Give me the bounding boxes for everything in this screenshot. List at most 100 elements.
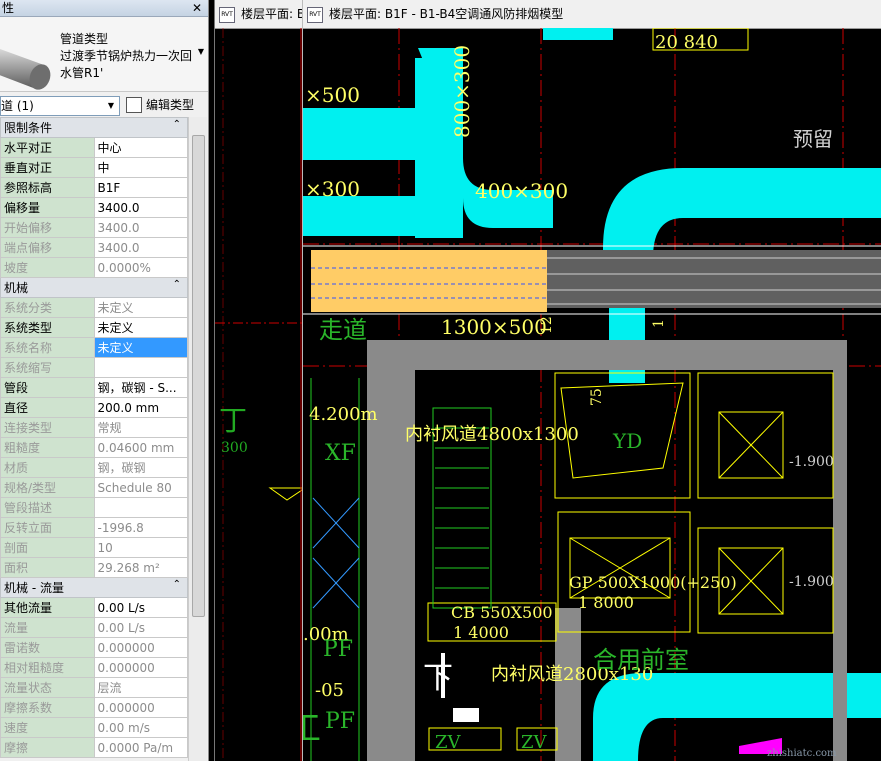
drawing-canvas[interactable]: 20 840 ×500 ×300 400×300 1300×500 内衬风道48… xyxy=(303,28,881,761)
drawing-label: -1.900 xyxy=(789,574,834,590)
property-value: 0.00 L/s xyxy=(93,617,188,638)
view-window-main[interactable]: RVT 楼层平面: B1F - B1-B4空调通风防排烟模型 20 840 ×5… xyxy=(302,0,881,761)
property-name: 粗糙度 xyxy=(0,437,95,458)
property-row[interactable]: 材质 钢，碳钢 xyxy=(0,457,188,478)
property-value[interactable]: 200.0 mm xyxy=(93,397,188,418)
property-row[interactable]: 流量 0.00 L/s xyxy=(0,617,188,638)
property-value[interactable]: 未定义 xyxy=(93,317,188,338)
drawing-label: 400×300 xyxy=(475,179,568,203)
drawing-label: -1.900 xyxy=(789,454,834,470)
watermark-text: zhishiatc.com xyxy=(767,748,837,759)
rvt-icon: RVT xyxy=(219,6,235,23)
drawing-label: 预留 xyxy=(793,127,833,151)
property-row[interactable]: 相对粗糙度 0.000000 xyxy=(0,657,188,678)
type-name-line: 水管R1' xyxy=(60,66,104,80)
property-row[interactable]: 管段 钢，碳钢 - S... xyxy=(0,377,188,398)
property-name: 流量 xyxy=(0,617,95,638)
close-icon[interactable]: ✕ xyxy=(192,0,202,16)
drawing-label: XF xyxy=(325,441,356,466)
property-row[interactable]: 连接类型 常规 xyxy=(0,417,188,438)
property-name: 开始偏移 xyxy=(0,217,95,238)
property-value[interactable]: B1F xyxy=(93,177,188,198)
property-row[interactable]: 摩擦系数 0.000000 xyxy=(0,697,188,718)
drawing-label: 内衬风道4800x1300 xyxy=(405,424,579,445)
property-row[interactable]: 摩擦 0.0000 Pa/m xyxy=(0,737,188,758)
scroll-thumb[interactable] xyxy=(192,135,205,617)
type-family-label: 管道类型 xyxy=(60,32,109,46)
property-name: 偏移量 xyxy=(0,197,95,218)
property-value[interactable]: 中心 xyxy=(93,137,188,158)
section-header[interactable]: 限制条件 ⌃ xyxy=(0,117,188,138)
drawing-label: 4.200m xyxy=(309,404,378,425)
property-row[interactable]: 系统分类 未定义 xyxy=(0,297,188,318)
chevron-down-icon[interactable]: ▼ xyxy=(104,98,118,114)
section-header[interactable]: 机械 - 流量 ⌃ xyxy=(0,577,188,598)
property-row[interactable]: 流量状态 层流 xyxy=(0,677,188,698)
property-value[interactable]: 0.00 L/s xyxy=(93,597,188,618)
view-tab-label: 楼层平面: B1F - B1-B4空调通风防排烟模型 xyxy=(329,7,564,21)
drawing-label: 下 xyxy=(423,661,453,696)
property-row[interactable]: 管段描述 xyxy=(0,497,188,518)
property-name: 摩擦 xyxy=(0,737,95,758)
property-name: 坡度 xyxy=(0,257,95,278)
property-value: 未定义 xyxy=(93,297,188,318)
edit-type-label: 编辑类型 xyxy=(146,98,195,112)
property-row[interactable]: 粗糙度 0.04600 mm xyxy=(0,437,188,458)
property-value: 3400.0 xyxy=(93,217,188,238)
type-selector[interactable]: 管道类型 过渡季节锅炉热力一次回 水管R1' ▼ xyxy=(0,17,208,92)
property-value[interactable]: 中 xyxy=(93,157,188,178)
property-row[interactable]: 系统类型 未定义 xyxy=(0,317,188,338)
property-name: 反转立面 xyxy=(0,517,95,538)
property-row[interactable]: 参照标高 B1F xyxy=(0,177,188,198)
edit-type-button[interactable]: 编辑类型 xyxy=(126,96,194,114)
drawing-label: GP 500X1000(+250) xyxy=(569,573,737,592)
property-value: 常规 xyxy=(93,417,188,438)
property-value: 钢，碳钢 xyxy=(93,457,188,478)
drawing-label: 75 xyxy=(589,388,605,406)
view-tab-active[interactable]: RVT 楼层平面: B1F - B1-B4空调通风防排烟模型 xyxy=(303,0,881,29)
section-header[interactable]: 机械 ⌃ xyxy=(0,277,188,298)
properties-title-bar: 性 ✕ xyxy=(0,0,208,17)
property-value[interactable]: 钢，碳钢 - S... xyxy=(93,377,188,398)
property-row[interactable]: 垂直对正中 xyxy=(0,157,188,178)
property-row[interactable]: 系统缩写 xyxy=(0,357,188,378)
property-row[interactable]: 开始偏移 3400.0 xyxy=(0,217,188,238)
property-row[interactable]: 面积 29.268 m² xyxy=(0,557,188,578)
property-value: 10 xyxy=(93,537,188,558)
left-drawing-canvas[interactable]: 丁 300 xyxy=(215,28,305,761)
property-value: 层流 xyxy=(93,677,188,698)
property-value xyxy=(93,497,188,518)
property-row[interactable]: 雷诺数 0.000000 xyxy=(0,637,188,658)
property-row[interactable]: 剖面 10 xyxy=(0,537,188,558)
property-value[interactable]: 3400.0 xyxy=(93,197,188,218)
property-row[interactable]: 直径 200.0 mm xyxy=(0,397,188,418)
property-value: Schedule 80 xyxy=(93,477,188,498)
property-row[interactable]: 反转立面 -1996.8 xyxy=(0,517,188,538)
property-row[interactable]: 系统名称 未定义 xyxy=(0,337,188,358)
drawing-label: PF xyxy=(323,637,353,662)
pipe-preview-icon xyxy=(0,49,51,90)
instance-filter-select[interactable]: 道 (1) ▼ xyxy=(0,96,120,116)
property-value: 未定义 xyxy=(93,337,188,358)
drawing-label: 合用前室 xyxy=(593,646,689,674)
property-row[interactable]: 端点偏移 3400.0 xyxy=(0,237,188,258)
collapse-icon[interactable]: ⌃ xyxy=(173,119,181,130)
drawing-label: YD xyxy=(612,429,642,453)
collapse-icon[interactable]: ⌃ xyxy=(173,279,181,290)
properties-scrollbar[interactable] xyxy=(188,117,207,761)
property-name: 雷诺数 xyxy=(0,637,95,658)
property-name: 连接类型 xyxy=(0,417,95,438)
property-value: 0.0000% xyxy=(93,257,188,278)
view-tab[interactable]: RVT 楼层平面: B xyxy=(215,0,305,29)
property-row[interactable]: 速度 0.00 m/s xyxy=(0,717,188,738)
property-row[interactable]: 其他流量 0.00 L/s xyxy=(0,597,188,618)
type-dropdown-icon[interactable]: ▼ xyxy=(198,47,204,56)
property-row[interactable]: 规格/类型 Schedule 80 xyxy=(0,477,188,498)
property-row[interactable]: 偏移量 3400.0 xyxy=(0,197,188,218)
drawing-label: ×300 xyxy=(305,177,360,201)
view-window-left[interactable]: RVT 楼层平面: B 丁 300 xyxy=(214,0,305,761)
property-row[interactable]: 坡度 0.0000% xyxy=(0,257,188,278)
collapse-icon[interactable]: ⌃ xyxy=(173,579,181,590)
section-title: 机械 xyxy=(4,281,29,295)
property-row[interactable]: 水平对正 中心 xyxy=(0,137,188,158)
